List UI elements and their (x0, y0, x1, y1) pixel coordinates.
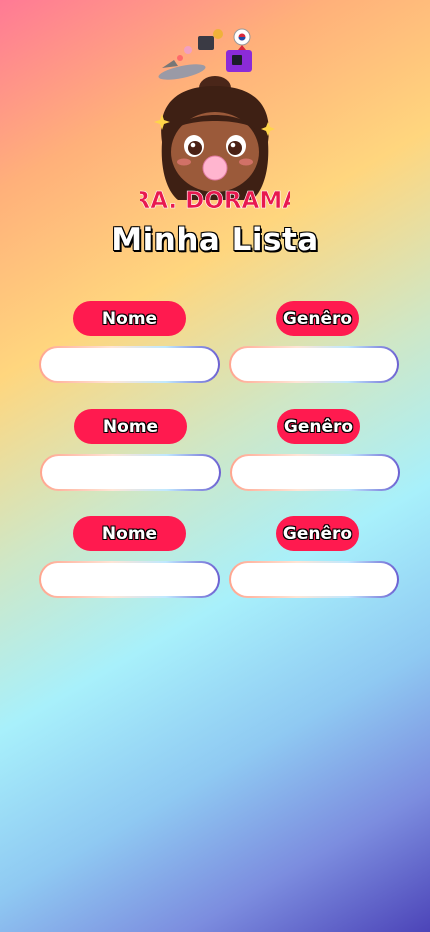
genre-input-2[interactable] (232, 456, 398, 489)
genre-field-3 (229, 561, 399, 598)
travel-items-icon (158, 28, 252, 80)
name-label-3: Nome (73, 516, 186, 551)
genre-field-1 (229, 346, 399, 383)
name-input-3[interactable] (41, 563, 218, 596)
name-field-2 (40, 454, 221, 491)
genre-input-1[interactable] (231, 348, 397, 381)
name-input-2[interactable] (42, 456, 219, 489)
genre-label-1: Genêro (276, 301, 359, 336)
genre-input-3[interactable] (231, 563, 397, 596)
page-title: Minha Lista (111, 222, 319, 258)
logo-text: DRA. DORAMAS (140, 188, 290, 214)
name-label-2: Nome (74, 409, 187, 444)
name-input-1[interactable] (41, 348, 218, 381)
genre-label-3: Genêro (276, 516, 359, 551)
genre-label-2: Genêro (277, 409, 360, 444)
dra-doramas-logo: DRA. DORAMAS (140, 28, 290, 214)
name-field-1 (39, 346, 220, 383)
name-label-1: Nome (73, 301, 186, 336)
name-field-3 (39, 561, 220, 598)
genre-field-2 (230, 454, 400, 491)
